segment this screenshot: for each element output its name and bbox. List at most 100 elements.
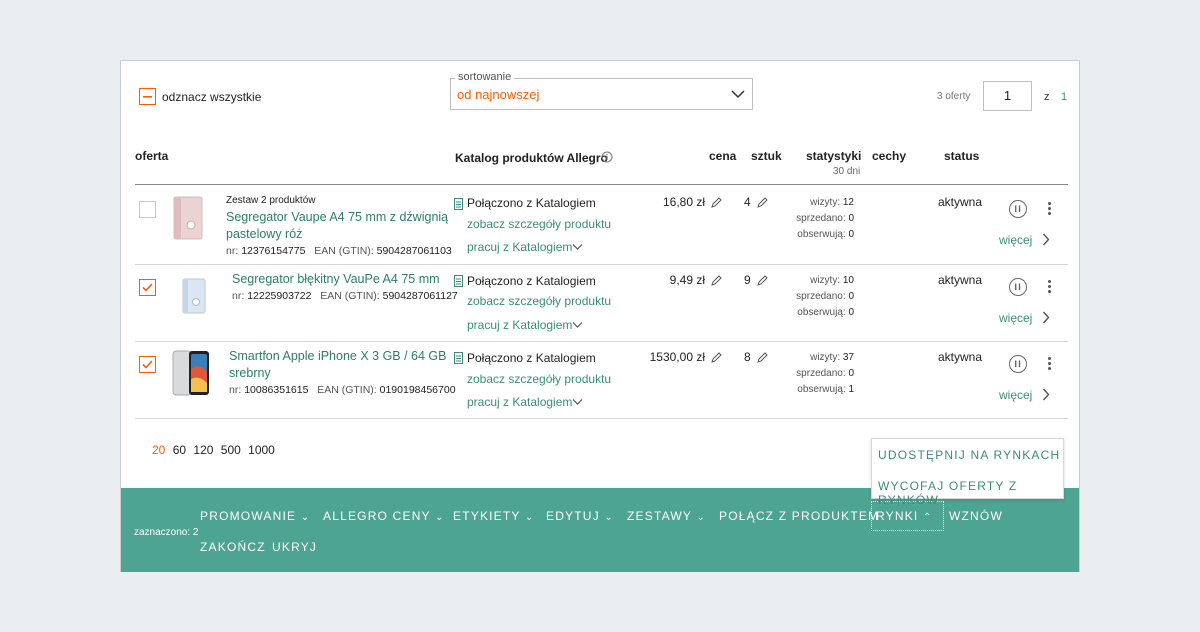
edit-quantity-icon[interactable] xyxy=(757,197,768,208)
document-icon xyxy=(454,352,463,364)
info-icon[interactable] xyxy=(601,151,613,163)
chevron-down-icon: ⌄ xyxy=(300,512,311,523)
row-checkbox[interactable] xyxy=(139,279,156,296)
page-size-option[interactable]: 1000 xyxy=(248,443,275,457)
more-link[interactable]: więcej xyxy=(999,233,1032,247)
menu-hide[interactable]: UKRYJ xyxy=(272,540,317,554)
stat-visits: wizyty: 12 xyxy=(810,197,854,208)
menu-finish[interactable]: ZAKOŃCZ xyxy=(200,540,266,554)
menu-allegro-prices[interactable]: ALLEGRO CENY ⌄ xyxy=(323,509,445,523)
table-row: Segregator błękitny VauPe A4 75 mm nr: 1… xyxy=(121,265,1079,342)
catalog-status: Połączono z Katalogiem xyxy=(467,351,596,365)
col-qty: sztuk xyxy=(751,149,782,163)
menu-resume[interactable]: WZNÓW xyxy=(949,509,1003,523)
edit-quantity-icon[interactable] xyxy=(757,275,768,286)
offers-count: 3 oferty xyxy=(937,91,971,102)
more-link[interactable]: więcej xyxy=(999,388,1032,402)
table-row: Zestaw 2 produktów Segregator Vaupe A4 7… xyxy=(121,185,1079,265)
product-thumbnail-iphone[interactable] xyxy=(171,349,213,397)
stat-watching: obserwują: 0 xyxy=(797,229,854,240)
document-icon xyxy=(454,275,463,287)
price: 1530,00 zł xyxy=(649,350,705,364)
more-link[interactable]: więcej xyxy=(999,311,1032,325)
menu-labels[interactable]: ETYKIETY ⌄ xyxy=(453,509,535,523)
chevron-down-icon: ⌄ xyxy=(524,512,535,523)
chevron-down-icon[interactable] xyxy=(572,243,583,251)
more-actions-icon[interactable] xyxy=(1048,357,1052,372)
pause-icon[interactable] xyxy=(1009,278,1027,296)
edit-price-icon[interactable] xyxy=(711,352,722,363)
row-divider xyxy=(135,418,1068,419)
col-status: status xyxy=(944,149,980,163)
page-size-option[interactable]: 20 xyxy=(152,443,165,457)
status-text: aktywna xyxy=(938,195,983,209)
catalog-details-link[interactable]: zobacz szczegóły produktu xyxy=(467,372,611,386)
edit-quantity-icon[interactable] xyxy=(757,352,768,363)
row-checkbox[interactable] xyxy=(139,356,156,373)
stat-visits: wizyty: 37 xyxy=(810,352,854,363)
deselect-all-checkbox[interactable] xyxy=(139,88,156,105)
offer-title[interactable]: Segregator błękitny VauPe A4 75 mm xyxy=(232,271,440,288)
catalog-work-link[interactable]: pracuj z Katalogiem xyxy=(467,318,572,332)
pause-icon[interactable] xyxy=(1009,355,1027,373)
menu-bundles[interactable]: ZESTAWY ⌄ xyxy=(627,509,706,523)
chevron-down-icon[interactable] xyxy=(572,398,583,406)
page-total-link[interactable]: 1 xyxy=(1061,91,1067,103)
offers-panel: odznacz wszystkie sortowanie od najnowsz… xyxy=(120,60,1080,572)
catalog-work-link[interactable]: pracuj z Katalogiem xyxy=(467,395,572,409)
page-size-option[interactable]: 500 xyxy=(221,443,241,457)
catalog-work-link[interactable]: pracuj z Katalogiem xyxy=(467,240,572,254)
share-on-markets-item[interactable]: UDOSTĘPNIJ NA RYNKACH xyxy=(878,448,1060,462)
offer-title-line2[interactable]: pastelowy róż xyxy=(226,226,302,243)
col-price: cena xyxy=(709,149,737,163)
offer-ids: nr: 12376154775 EAN (GTIN): 590428706110… xyxy=(226,245,452,257)
col-stats: statystyki xyxy=(806,149,862,163)
col-catalog: Katalog produktów Allegro xyxy=(455,151,608,165)
page-size-option[interactable]: 60 xyxy=(173,443,186,457)
catalog-details-link[interactable]: zobacz szczegóły produktu xyxy=(467,217,611,231)
chevron-down-icon[interactable] xyxy=(572,321,583,329)
status-text: aktywna xyxy=(938,273,983,287)
menu-connect-product[interactable]: POŁĄCZ Z PRODUKTEM xyxy=(719,509,879,523)
offer-title-line2[interactable]: srebrny xyxy=(229,365,271,382)
more-actions-icon[interactable] xyxy=(1048,280,1052,295)
catalog-status: Połączono z Katalogiem xyxy=(467,196,596,210)
table-row: Smartfon Apple iPhone X 3 GB / 64 GB sre… xyxy=(121,342,1079,419)
sort-legend: sortowanie xyxy=(455,71,515,83)
edit-price-icon[interactable] xyxy=(711,275,722,286)
chevron-down-icon: ⌄ xyxy=(435,512,445,523)
menu-promote[interactable]: PROMOWANIE ⌄ xyxy=(200,509,310,523)
stat-watching: obserwują: 1 xyxy=(797,384,854,395)
menu-edit[interactable]: EDYTUJ ⌄ xyxy=(546,509,614,523)
stat-sold: sprzedano: 0 xyxy=(796,291,854,302)
chevron-right-icon[interactable] xyxy=(1042,388,1050,401)
col-offer: oferta xyxy=(135,149,169,163)
product-thumbnail-binder-blue[interactable] xyxy=(179,277,209,315)
sort-value[interactable]: od najnowszej xyxy=(457,87,539,102)
offer-title[interactable]: Segregator Vaupe A4 75 mm z dźwignią xyxy=(226,209,448,226)
row-checkbox[interactable] xyxy=(139,201,156,218)
selected-count: zaznaczono: 2 xyxy=(134,527,199,538)
catalog-status: Połączono z Katalogiem xyxy=(467,274,596,288)
pause-icon[interactable] xyxy=(1009,200,1027,218)
quantity: 4 xyxy=(744,195,751,209)
product-thumbnail-binder-pink[interactable] xyxy=(171,195,205,241)
minus-icon xyxy=(143,96,152,98)
edit-price-icon[interactable] xyxy=(711,197,722,208)
page-input[interactable]: 1 xyxy=(983,81,1032,111)
col-features: cechy xyxy=(872,149,907,163)
chevron-right-icon[interactable] xyxy=(1042,233,1050,246)
bundle-label: Zestaw 2 produktów xyxy=(226,195,316,206)
chevron-right-icon[interactable] xyxy=(1042,311,1050,324)
chevron-down-icon[interactable] xyxy=(731,89,745,99)
withdraw-from-markets-item[interactable]: WYCOFAJ OFERTY Z RYNKÓW xyxy=(878,479,1063,507)
stat-watching: obserwują: 0 xyxy=(797,307,854,318)
catalog-details-link[interactable]: zobacz szczegóły produktu xyxy=(467,294,611,308)
stat-visits: wizyty: 10 xyxy=(810,275,854,286)
checkmark-icon xyxy=(142,360,153,369)
offer-title[interactable]: Smartfon Apple iPhone X 3 GB / 64 GB xyxy=(229,348,447,365)
deselect-all-label[interactable]: odznacz wszystkie xyxy=(162,90,261,104)
more-actions-icon[interactable] xyxy=(1048,202,1052,217)
page-size-option[interactable]: 120 xyxy=(193,443,213,457)
chevron-down-icon: ⌄ xyxy=(696,512,706,523)
